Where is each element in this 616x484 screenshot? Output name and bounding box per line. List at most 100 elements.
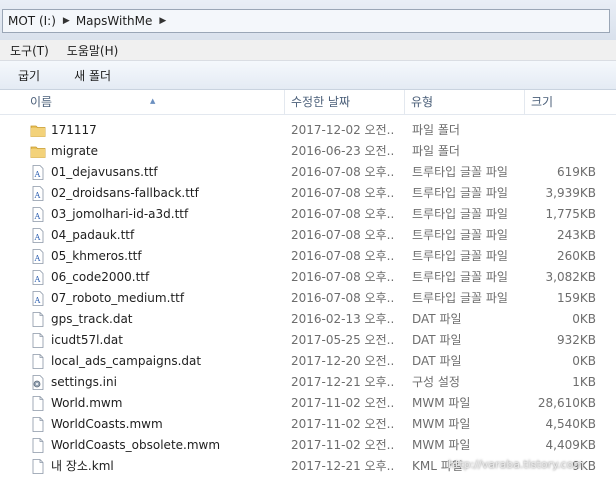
font-file-icon: A: [30, 249, 46, 264]
address-bar[interactable]: MOT (I:) ▶ MapsWithMe ▶: [2, 9, 610, 33]
file-type: 트루타입 글꼴 파일: [412, 186, 508, 200]
file-row[interactable]: icudt57l.dat 2017-05-25 오전... DAT 파일 932KB: [0, 330, 616, 351]
file-date-modified: 2016-07-08 오후...: [291, 270, 395, 284]
file-date-modified: 2017-11-02 오전...: [291, 417, 395, 431]
settings-file-icon: [30, 375, 46, 390]
file-type: 트루타입 글꼴 파일: [412, 207, 508, 221]
svg-text:A: A: [34, 296, 41, 305]
file-row[interactable]: A 05_khmeros.ttf 2016-07-08 오후... 트루타입 글꼴 파…: [0, 246, 616, 267]
file-name: 01_dejavusans.ttf: [51, 165, 158, 179]
column-header-type[interactable]: 유형: [404, 90, 524, 114]
command-toolbar: 굽기 새 폴더: [0, 61, 616, 90]
file-size: 159KB: [556, 291, 596, 305]
watermark: http://varaba.tistory.com: [448, 458, 585, 471]
font-file-icon: A: [30, 207, 46, 222]
file-size: 0KB: [572, 354, 596, 368]
column-header-size[interactable]: 크기: [524, 90, 616, 114]
breadcrumb-folder[interactable]: MapsWithMe: [76, 14, 153, 28]
svg-text:A: A: [34, 233, 41, 242]
document-icon: [30, 354, 46, 369]
file-row[interactable]: local_ads_campaigns.dat 2017-12-20 오전... D…: [0, 351, 616, 372]
file-type: MWM 파일: [412, 417, 471, 431]
file-size: 3,939KB: [545, 186, 596, 200]
file-date-modified: 2017-12-20 오전...: [291, 354, 395, 368]
file-name: World.mwm: [51, 396, 123, 410]
file-date-modified: 2016-07-08 오후...: [291, 291, 395, 305]
file-date-modified: 2016-07-08 오후...: [291, 207, 395, 221]
breadcrumb-arrow-icon[interactable]: ▶: [159, 16, 166, 26]
font-file-icon: A: [30, 165, 46, 180]
file-type: 구성 설정: [412, 375, 460, 389]
file-size: [522, 141, 596, 162]
address-bar-area: MOT (I:) ▶ MapsWithMe ▶: [0, 0, 616, 40]
column-header-name[interactable]: 이름 ▲: [0, 90, 284, 114]
svg-text:A: A: [34, 212, 41, 221]
file-size: 4,540KB: [545, 417, 596, 431]
file-type: 트루타입 글꼴 파일: [412, 270, 508, 284]
file-name: 171117: [51, 123, 97, 137]
file-row[interactable]: A 02_droidsans-fallback.ttf 2016-07-08 오후.…: [0, 183, 616, 204]
file-name: icudt57l.dat: [51, 333, 123, 347]
file-date-modified: 2017-11-02 오전...: [291, 396, 395, 410]
file-date-modified: 2016-07-08 오후...: [291, 186, 395, 200]
file-type: DAT 파일: [412, 312, 462, 326]
file-type: MWM 파일: [412, 396, 471, 410]
file-name: WorldCoasts_obsolete.mwm: [51, 438, 221, 452]
menu-help[interactable]: 도움말(H): [57, 42, 127, 59]
file-size: 4,409KB: [545, 438, 596, 452]
document-icon: [30, 312, 46, 327]
column-header-row: 이름 ▲ 수정한 날짜 유형 크기: [0, 90, 616, 115]
menu-tools[interactable]: 도구(T): [0, 42, 57, 59]
file-name: 05_khmeros.ttf: [51, 249, 142, 263]
file-row[interactable]: A 04_padauk.ttf 2016-07-08 오후... 트루타입 글꼴 파일…: [0, 225, 616, 246]
font-file-icon: A: [30, 291, 46, 306]
blank-file-icon: [30, 438, 46, 453]
file-size: [522, 120, 596, 141]
svg-text:A: A: [34, 191, 41, 200]
breadcrumb-arrow-icon[interactable]: ▶: [63, 16, 70, 26]
file-row[interactable]: WorldCoasts.mwm 2017-11-02 오전... MWM 파일 4,5…: [0, 414, 616, 435]
file-row[interactable]: A 03_jomolhari-id-a3d.ttf 2016-07-08 오후...…: [0, 204, 616, 225]
file-row[interactable]: gps_track.dat 2016-02-13 오후... DAT 파일 0KB: [0, 309, 616, 330]
file-row[interactable]: World.mwm 2017-11-02 오전... MWM 파일 28,610KB: [0, 393, 616, 414]
file-date-modified: 2016-07-08 오후...: [291, 165, 395, 179]
blank-file-icon: [30, 417, 46, 432]
file-name: WorldCoasts.mwm: [51, 417, 163, 431]
file-date-modified: 2017-12-21 오후...: [291, 375, 395, 389]
breadcrumb-drive[interactable]: MOT (I:): [8, 14, 56, 28]
file-row[interactable]: WorldCoasts_obsolete.mwm 2017-11-02 오전...…: [0, 435, 616, 456]
blank-file-icon: [30, 396, 46, 411]
sort-ascending-icon: ▲: [150, 97, 156, 105]
file-row[interactable]: A 06_code2000.ttf 2016-07-08 오후... 트루타입 글꼴 …: [0, 267, 616, 288]
file-size: 260KB: [556, 249, 596, 263]
file-type: DAT 파일: [412, 333, 462, 347]
file-row[interactable]: settings.ini 2017-12-21 오후... 구성 설정 1KB: [0, 372, 616, 393]
new-folder-button[interactable]: 새 폴더: [50, 67, 121, 84]
file-date-modified: 2016-06-23 오전...: [291, 144, 395, 158]
file-name: 03_jomolhari-id-a3d.ttf: [51, 207, 189, 221]
file-size: 28,610KB: [537, 396, 596, 410]
file-row[interactable]: migrate 2016-06-23 오전... 파일 폴더: [0, 141, 616, 162]
file-type: 트루타입 글꼴 파일: [412, 291, 508, 305]
file-name: gps_track.dat: [51, 312, 133, 326]
file-type: 트루타입 글꼴 파일: [412, 228, 508, 242]
file-type: 트루타입 글꼴 파일: [412, 165, 508, 179]
file-size: 932KB: [556, 333, 596, 347]
file-row[interactable]: 171117 2017-12-02 오전... 파일 폴더: [0, 120, 616, 141]
file-date-modified: 2017-05-25 오전...: [291, 333, 395, 347]
file-type: 파일 폴더: [412, 144, 460, 158]
file-list: 171117 2017-12-02 오전... 파일 폴더 migrate 2016-0…: [0, 120, 616, 484]
file-row[interactable]: A 01_dejavusans.ttf 2016-07-08 오후... 트루타입 글…: [0, 162, 616, 183]
file-name: migrate: [51, 144, 99, 158]
file-row[interactable]: A 07_roboto_medium.ttf 2016-07-08 오후... 트루타…: [0, 288, 616, 309]
file-name: local_ads_campaigns.dat: [51, 354, 202, 368]
file-name: 04_padauk.ttf: [51, 228, 135, 242]
file-size: 1,775KB: [545, 207, 596, 221]
burn-button[interactable]: 굽기: [0, 67, 50, 84]
file-date-modified: 2017-11-02 오전...: [291, 438, 395, 452]
file-date-modified: 2017-12-02 오전...: [291, 123, 395, 137]
svg-text:A: A: [34, 170, 41, 179]
font-file-icon: A: [30, 270, 46, 285]
file-name: settings.ini: [51, 375, 117, 389]
column-header-date[interactable]: 수정한 날짜: [284, 90, 404, 114]
